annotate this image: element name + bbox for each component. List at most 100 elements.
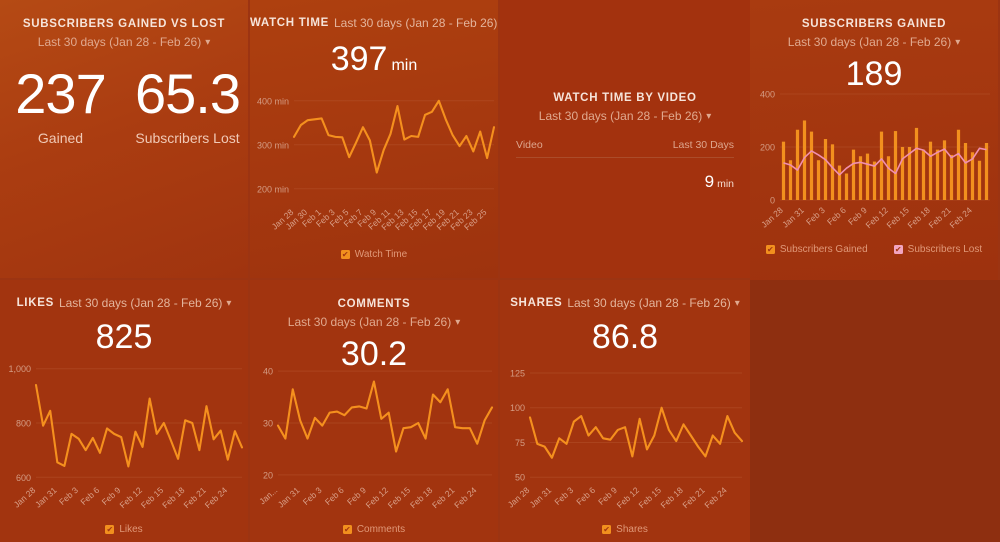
watch-time-value: 397	[330, 40, 388, 78]
chart-legend[interactable]: ✔ Subscribers Gained ✔ Subscribers Lost	[750, 244, 998, 255]
gained-value: 237	[15, 62, 106, 125]
chart-legend[interactable]: ✔ Watch Time	[250, 249, 498, 260]
column-header-period: Last 30 Days	[672, 139, 734, 151]
comments-svg[interactable]: 20 30 40 Jan...Jan 31 Feb 3 Feb 6 Feb 9Feb 12…	[250, 352, 500, 518]
chevron-down-icon[interactable]: ▾	[706, 111, 711, 122]
svg-text:Jan 28: Jan 28	[12, 485, 38, 510]
y-axis-labels: 20 30 40	[263, 367, 273, 481]
svg-text:75: 75	[515, 438, 525, 448]
svg-text:Feb 24: Feb 24	[452, 485, 479, 510]
watch-time-svg[interactable]: 200 min 300 min 400 min Jan 28Jan 30Feb 1F…	[250, 78, 500, 243]
legend-checkbox-icon[interactable]: ✔	[893, 245, 903, 254]
likes-chart[interactable]: 600 800 1,000 Jan 28 Jan 31 Feb 3 Feb 6 Feb 9F…	[0, 352, 248, 518]
legend-checkbox-icon[interactable]: ✔	[765, 245, 775, 254]
panel-header: WATCH TIME Last 30 days (Jan 28 - Feb 26)…	[250, 0, 498, 32]
date-range-selector[interactable]: Last 30 days (Jan 28 - Feb 26)▾	[0, 35, 248, 49]
bars	[781, 120, 989, 200]
column-header-video: Video	[516, 139, 543, 151]
comments-chart[interactable]: 20 30 40 Jan... Jan 31 Feb 3 Feb 6 Feb 9 Feb 12…	[250, 352, 498, 518]
panel-watch-time-by-video[interactable]: WATCH TIME BY VIDEO Last 30 days (Jan 28…	[500, 0, 750, 280]
svg-text:Feb 3: Feb 3	[804, 205, 827, 227]
likes-value: 825	[95, 318, 153, 356]
svg-text:Feb 6: Feb 6	[574, 485, 597, 507]
svg-text:Jan 28: Jan 28	[759, 205, 785, 230]
panel-comments[interactable]: COMMENTS Last 30 days (Jan 28 - Feb 26) ▾…	[250, 280, 500, 542]
legend-checkbox-icon[interactable]: ✔	[342, 525, 352, 534]
shares-chart[interactable]: 50 75 100 125 Jan 28 Jan 31 Feb 3 Feb 6 Feb 9 Fe…	[500, 352, 750, 518]
legend-checkbox-icon[interactable]: ✔	[105, 525, 115, 534]
subscribers-gained-svg[interactable]: 0 200 400 Jan 28Jan 31Feb 3Feb 6Feb 9Feb 1…	[750, 72, 1000, 238]
chart-legend[interactable]: ✔ Likes	[0, 524, 248, 535]
gridlines	[294, 100, 494, 190]
panel-subscribers-gained-vs-lost[interactable]: SUBSCRIBERS GAINED VS LOST Last 30 days …	[0, 0, 250, 280]
panel-likes[interactable]: LIKES Last 30 days (Jan 28 - Feb 26) ▾ 825…	[0, 280, 250, 542]
svg-text:Feb 6: Feb 6	[323, 485, 346, 507]
svg-text:125: 125	[510, 368, 525, 378]
date-range-selector[interactable]: Last 30 days (Jan 28 - Feb 26) ▾	[567, 296, 739, 310]
date-range-selector[interactable]: Last 30 days (Jan 28 - Feb 26)▾	[750, 35, 998, 49]
legend-item[interactable]: ✔ Comments	[342, 524, 405, 535]
subscribers-gained-chart[interactable]: 0 200 400 Jan 28 Jan 31 Feb 3 Feb 6 Feb 9 Feb 1…	[750, 72, 998, 238]
shares-value: 86.8	[591, 318, 659, 356]
date-range-selector[interactable]: Last 30 days (Jan 28 - Feb 26)▾	[59, 296, 231, 310]
panel-title: LIKES	[16, 296, 54, 309]
chevron-down-icon[interactable]: ▾	[735, 298, 740, 309]
legend-item[interactable]: ✔ Subscribers Lost	[893, 244, 982, 255]
svg-text:Feb 3: Feb 3	[301, 485, 324, 507]
watch-time-chart[interactable]: 200 min 300 min 400 min Jan 28 Jan 30 Feb 1F…	[250, 78, 498, 243]
svg-text:1,000: 1,000	[8, 364, 31, 374]
date-range-label: Last 30 days (Jan 28 - Feb 26)	[787, 35, 952, 49]
chevron-down-icon[interactable]: ▾	[226, 298, 231, 309]
date-range-selector[interactable]: Last 30 days (Jan 28 - Feb 26)▾	[334, 16, 498, 30]
svg-text:Feb 3: Feb 3	[552, 485, 575, 507]
panel-header: SHARES Last 30 days (Jan 28 - Feb 26) ▾	[500, 280, 750, 312]
date-range-label: Last 30 days (Jan 28 - Feb 26)	[58, 295, 223, 310]
metric-gained: 237 Gained	[0, 62, 121, 147]
svg-text:300 min: 300 min	[257, 140, 289, 150]
svg-text:Feb 18: Feb 18	[905, 205, 932, 230]
panel-shares[interactable]: SHARES Last 30 days (Jan 28 - Feb 26) ▾ 86…	[500, 280, 750, 542]
svg-text:20: 20	[263, 470, 273, 480]
y-axis-labels: 0 200 400	[760, 89, 775, 205]
svg-text:200 min: 200 min	[257, 184, 289, 194]
lost-label: Subscribers Lost	[135, 129, 240, 146]
chevron-down-icon[interactable]: ▾	[955, 37, 960, 48]
date-range-selector[interactable]: Last 30 days (Jan 28 - Feb 26)▾	[250, 315, 498, 329]
svg-text:200: 200	[760, 142, 775, 152]
chart-legend[interactable]: ✔ Shares	[500, 524, 750, 535]
x-axis-labels: Jan 28Jan 31Feb 3Feb 6Feb 9Feb 12Feb 15F…	[759, 205, 974, 230]
legend-checkbox-icon[interactable]: ✔	[602, 525, 612, 534]
chevron-down-icon[interactable]: ▾	[205, 37, 210, 48]
date-range-label: Last 30 days (Jan 28 - Feb 26)	[538, 109, 703, 123]
svg-text:Feb 18: Feb 18	[408, 485, 435, 510]
watch-time-line	[292, 99, 496, 174]
y-axis-labels: 600 800 1,000	[8, 364, 31, 483]
legend-item[interactable]: ✔ Watch Time	[340, 249, 408, 260]
svg-text:100: 100	[510, 403, 525, 413]
legend-label: Watch Time	[354, 249, 408, 260]
chevron-down-icon[interactable]: ▾	[455, 317, 460, 328]
svg-text:Jan 31: Jan 31	[528, 485, 554, 510]
date-range-label: Last 30 days (Jan 28 - Feb 26)	[567, 295, 731, 310]
row-unit: min	[717, 178, 734, 190]
legend-item[interactable]: ✔ Likes	[105, 524, 143, 535]
likes-svg[interactable]: 600 800 1,000 Jan 28Jan 31Feb 3Feb 6Feb 9F…	[0, 352, 250, 518]
panel-watch-time[interactable]: WATCH TIME Last 30 days (Jan 28 - Feb 26)…	[250, 0, 500, 280]
svg-text:Jan 28: Jan 28	[506, 485, 532, 510]
legend-item[interactable]: ✔ Shares	[602, 524, 648, 535]
watch-time-unit: min	[391, 57, 418, 74]
svg-text:Feb 24: Feb 24	[702, 485, 729, 510]
shares-svg[interactable]: 50 75 100 125 Jan 28Jan 31 Feb 3 Feb 6 Feb 9Fe…	[500, 352, 750, 518]
gridlines	[530, 372, 742, 478]
date-range-selector[interactable]: Last 30 days (Jan 28 - Feb 26)▾	[500, 109, 750, 123]
metric-lost: 65.3 Subscribers Lost	[127, 64, 248, 147]
svg-text:Feb 18: Feb 18	[658, 485, 685, 510]
panel-subscribers-gained[interactable]: SUBSCRIBERS GAINED Last 30 days (Jan 28 …	[750, 0, 1000, 280]
video-table: Video Last 30 Days 9 min	[500, 139, 750, 192]
legend-item[interactable]: ✔ Subscribers Gained	[765, 244, 868, 255]
table-row[interactable]: 9 min	[516, 172, 734, 192]
svg-text:Feb 3: Feb 3	[57, 485, 80, 507]
svg-text:Feb 12: Feb 12	[863, 205, 890, 230]
chart-legend[interactable]: ✔ Comments	[250, 524, 498, 535]
legend-checkbox-icon[interactable]: ✔	[340, 250, 350, 259]
